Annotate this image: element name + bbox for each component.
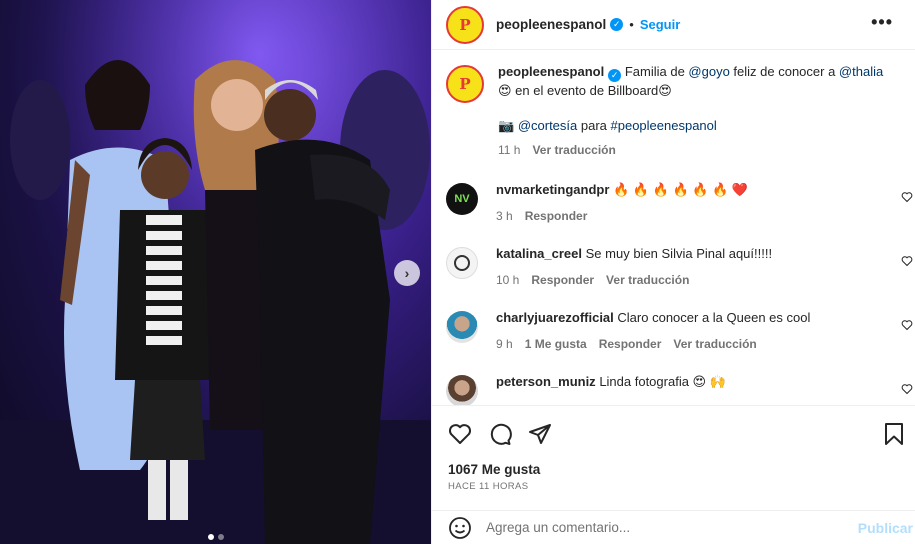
photo-illustration xyxy=(0,0,431,544)
reply-button[interactable]: Responder xyxy=(525,207,588,225)
author-username[interactable]: peopleenespanol xyxy=(496,17,606,32)
post-header: P peopleenespanol ✓ • Seguir ••• xyxy=(432,0,915,50)
comment-username[interactable]: katalina_creel xyxy=(496,246,582,261)
emoji: 😍 xyxy=(498,82,512,98)
hashtag-link[interactable]: #peopleenespanol xyxy=(611,118,717,133)
comment-text: Linda fotografia 😍 🙌 xyxy=(599,373,726,389)
verified-badge-icon: ✓ xyxy=(610,18,624,31)
mention-link[interactable]: @thalia xyxy=(839,64,883,79)
avatar[interactable]: P xyxy=(446,5,484,44)
comment-likes[interactable]: 1 Me gusta xyxy=(525,335,587,353)
caption-username[interactable]: peopleenespanol xyxy=(498,64,604,79)
action-bar xyxy=(432,405,915,465)
camera-icon: 📷 xyxy=(498,117,515,133)
comment-text: Se muy bien Silvia Pinal aquí!!!!! xyxy=(585,245,773,261)
publish-button[interactable]: Publicar xyxy=(858,520,913,536)
like-comment-heart-icon[interactable] xyxy=(901,255,913,267)
like-comment-heart-icon[interactable] xyxy=(901,191,913,203)
caption-time[interactable]: 11 h xyxy=(498,141,520,159)
carousel-dots xyxy=(0,534,431,540)
separator-dot: • xyxy=(629,17,634,32)
comments-list: P peopleenespanol ✓ Familia de @goyo feli… xyxy=(432,51,915,405)
emoji: 😍 xyxy=(658,82,672,98)
comment-row: NV nvmarketingandpr 🔥 🔥 🔥 🔥 🔥 🔥 ❤️ 3 h Re… xyxy=(446,181,915,225)
comment-username[interactable]: peterson_muniz xyxy=(496,374,596,389)
comment-time[interactable]: 10 h xyxy=(496,271,519,289)
comment-text: Claro conocer a la Queen es cool xyxy=(617,309,811,325)
comment-row: katalina_creel Se muy bien Silvia Pinal … xyxy=(446,245,915,289)
carousel-dot xyxy=(207,534,214,540)
comment-username[interactable]: charlyjuarezofficial xyxy=(496,310,614,325)
save-bookmark-icon[interactable] xyxy=(883,422,905,446)
next-photo-button[interactable]: › xyxy=(394,260,420,286)
translate-button[interactable]: Ver traducción xyxy=(673,335,756,353)
caption-credit: 📷 @cortesía para #peopleenespanol xyxy=(498,117,908,135)
reply-button[interactable]: Responder xyxy=(531,271,594,289)
comment-username[interactable]: nvmarketingandpr xyxy=(496,182,609,197)
comment-time[interactable]: 3 h xyxy=(496,207,513,225)
share-paper-plane-icon[interactable] xyxy=(528,422,552,446)
comment-row: peterson_muniz Linda fotografia 😍 🙌 xyxy=(446,373,915,405)
comment-input[interactable] xyxy=(486,520,816,535)
translate-button[interactable]: Ver traducción xyxy=(532,141,615,159)
like-heart-icon[interactable] xyxy=(448,422,472,446)
post-photo[interactable]: › xyxy=(0,0,431,544)
post-side-panel: P peopleenespanol ✓ • Seguir ••• P peopl… xyxy=(431,0,915,544)
emoji-smiley-icon[interactable] xyxy=(448,516,472,540)
post-timestamp[interactable]: HACE 11 HORAS xyxy=(448,481,529,492)
caption: P peopleenespanol ✓ Familia de @goyo feli… xyxy=(446,63,915,159)
mention-link[interactable]: @cortesía xyxy=(518,118,577,133)
avatar[interactable] xyxy=(446,246,478,279)
mention-link[interactable]: @goyo xyxy=(688,64,729,79)
caption-text: peopleenespanol ✓ Familia de @goyo feliz … xyxy=(498,63,908,100)
translate-button[interactable]: Ver traducción xyxy=(606,271,689,289)
comment-text: 🔥 🔥 🔥 🔥 🔥 🔥 ❤️ xyxy=(613,181,749,197)
avatar[interactable] xyxy=(446,374,478,405)
verified-badge-icon: ✓ xyxy=(608,68,622,82)
add-comment-bar: Publicar xyxy=(432,510,915,544)
comment-bubble-icon[interactable] xyxy=(488,422,512,446)
like-comment-heart-icon[interactable] xyxy=(901,319,913,331)
comment-row: charlyjuarezofficial Claro conocer a la … xyxy=(446,309,915,353)
carousel-dot xyxy=(217,534,224,540)
caption-text-part: feliz de conocer a xyxy=(729,64,839,79)
caption-meta: 11 h Ver traducción xyxy=(498,141,908,159)
avatar[interactable]: NV xyxy=(446,182,478,215)
reply-button[interactable]: Responder xyxy=(599,335,662,353)
like-comment-heart-icon[interactable] xyxy=(901,383,913,395)
caption-text-part: para xyxy=(577,117,611,133)
follow-button[interactable]: Seguir xyxy=(640,17,680,32)
likes-count[interactable]: 1067 Me gusta xyxy=(448,462,540,477)
avatar[interactable]: P xyxy=(446,65,484,103)
caption-text-part: en el evento de Billboard xyxy=(511,82,659,98)
comment-time[interactable]: 9 h xyxy=(496,335,513,353)
avatar[interactable] xyxy=(446,310,478,343)
caption-text-part: Familia de xyxy=(624,64,689,79)
more-options-icon[interactable]: ••• xyxy=(871,12,893,33)
